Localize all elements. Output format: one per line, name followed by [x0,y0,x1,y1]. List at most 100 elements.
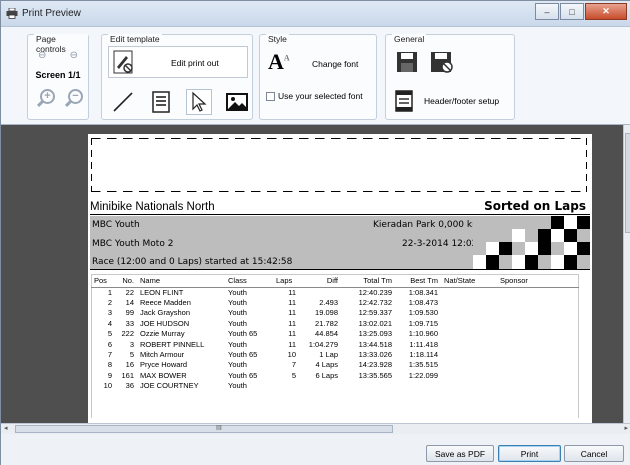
scroll-left-icon[interactable]: ◂ [4,424,8,432]
table-cell: 14 [125,298,134,308]
divider [90,269,590,270]
table-cell: 11 [288,287,296,297]
header-footer-setup-button[interactable]: Header/footer setup [394,90,499,112]
edit-template-group: Edit template Edit print out [101,34,253,120]
zoom-out-icon[interactable]: − [64,89,84,109]
table-cell: 5 [129,350,134,360]
table-cell [441,360,497,370]
table-cell: 11 [288,339,296,349]
table-cell [441,329,497,339]
table-cell: MAX BOWER [140,370,187,380]
table-cell: Jack Grayshon [140,308,191,318]
table-cell: 33 [125,318,134,328]
table-row: 2 14 Reece Madden Youth 11 2.493 12:42.732 1:08… [91,297,579,307]
col-laps: Laps [273,274,299,288]
event-title: Minibike Nationals North [90,201,215,213]
minimize-button[interactable]: – [535,3,559,20]
table-cell: 1:22.099 [408,370,438,380]
close-button[interactable]: ✕ [585,3,627,20]
table-cell: 1:08.341 [408,287,438,297]
table-cell [497,287,579,297]
col-total: Total Tm [341,274,395,288]
table-cell: Youth 65 [228,329,258,339]
table-cell: 8 [107,360,112,370]
print-button[interactable]: Print [498,445,561,462]
col-best: Best Tm [395,274,441,288]
save-icon[interactable] [396,51,418,75]
edit-print-out-label: Edit print out [171,58,219,68]
table-cell [441,381,497,391]
checkbox-box[interactable] [266,91,275,101]
table-cell: Youth 65 [228,370,258,380]
vertical-scrollbar[interactable] [623,125,630,423]
checkered-flag-icon [473,216,590,269]
table-cell: 1:04.279 [308,339,338,349]
table-cell: 7 [291,360,296,370]
table-cell: 99 [125,308,134,318]
table-cell: 2.493 [319,298,338,308]
text-tool-icon[interactable] [148,89,174,115]
race-line: Race (12:00 and 0 Laps) started at 15:42… [92,257,293,267]
image-tool-icon[interactable] [224,89,250,115]
table-cell: 1:11.418 [409,339,438,349]
table-row: 5 222 Ozzie Murray Youth 65 11 44.854 13:25.09… [91,329,579,339]
scroll-right-icon[interactable]: ▸ [624,424,628,432]
header-placeholder[interactable] [91,138,587,192]
table-cell: 1:09.530 [408,308,438,318]
table-cell: 7 [107,350,112,360]
horizontal-scrollbar[interactable]: ◂ III ▸ [1,423,630,434]
scroll-thumb[interactable] [625,133,630,233]
style-group: Style AA Change font Use your selected f… [259,34,377,120]
zoom-in-icon[interactable]: + [36,89,56,109]
table-cell: 6 [107,339,112,349]
table-row: 3 99 Jack Grayshon Youth 11 19.098 12:59.337 1:… [91,308,579,318]
save-as-pdf-button[interactable]: Save as PDF [426,445,494,462]
previous-page-icon[interactable]: ⊖ [38,50,46,61]
table-cell: 222 [121,329,134,339]
table-cell: 6 Laps [315,370,338,380]
table-cell [497,381,579,391]
save-template-icon[interactable] [430,51,454,75]
table-row: 10 36 JOE COURTNEY Youth [91,381,579,391]
table-cell: 19.098 [315,308,338,318]
table-cell: Youth [228,308,247,318]
screen-indicator: Screen 1/1 [35,70,81,80]
table-cell: 1:35.515 [408,360,438,370]
table-cell [341,381,395,391]
change-font-icon[interactable]: AA [268,49,290,75]
scroll-thumb[interactable]: III [15,425,393,433]
divider [90,214,590,215]
line-tool-icon[interactable] [110,89,136,115]
preview-area: Minibike Nationals North Sorted on Laps … [1,125,623,423]
pointer-tool-icon[interactable] [186,89,212,115]
table-cell: 4 Laps [315,360,338,370]
edit-print-out-button[interactable]: Edit print out [108,46,248,78]
dialog-footer: Save as PDF Print Cancel [1,434,630,465]
table-cell [497,318,579,328]
group-label: Style [266,34,289,44]
table-cell: 14:23.928 [358,360,392,370]
table-cell: Youth 65 [228,350,258,360]
table-cell: 3 [129,339,134,349]
cancel-button[interactable]: Cancel [564,445,624,462]
table-cell: 161 [121,370,134,380]
title-bar: Print Preview – □ ✕ [1,1,630,27]
table-cell: Pryce Howard [140,360,188,370]
use-selected-font-checkbox[interactable]: Use your selected font [266,91,363,101]
table-cell: 2 [107,298,112,308]
table-cell: Mitch Armour [140,350,185,360]
ribbon-toolbar: Page controls ⊖ ⊖ Screen 1/1 + − Edit te… [1,27,630,125]
table-cell: 13:33.026 [358,350,392,360]
table-cell: 22 [125,287,134,297]
table-cell: 44.854 [315,329,338,339]
table-cell [497,329,579,339]
change-font-button[interactable]: Change font [312,59,358,69]
col-name: Name [137,274,225,288]
maximize-button[interactable]: □ [560,3,584,20]
table-cell: 16 [125,360,134,370]
table-cell: Reece Madden [140,298,191,308]
table-cell: 10 [287,350,296,360]
class-line: MBC Youth [92,220,140,230]
table-cell: JOE HUDSON [140,318,190,328]
next-page-icon[interactable]: ⊖ [70,50,78,61]
